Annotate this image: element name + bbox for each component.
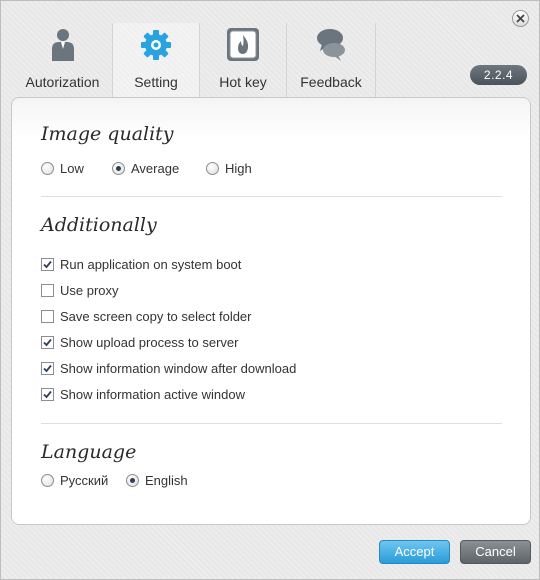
checkmark-icon — [43, 338, 52, 347]
checkbox-show-upload-process[interactable]: Show upload process to server — [41, 335, 238, 350]
user-icon — [51, 29, 74, 61]
radio-label: Русский — [60, 473, 109, 488]
radio-button[interactable] — [112, 162, 125, 175]
radio-low[interactable]: Low — [41, 161, 84, 176]
close-icon — [516, 14, 525, 23]
close-button[interactable] — [512, 10, 529, 27]
tab-label: Feedback — [300, 74, 362, 90]
checkmark-icon — [43, 260, 52, 269]
checkbox-show-info-after-download[interactable]: Show information window after download — [41, 361, 296, 376]
tab-label: Hot key — [219, 74, 267, 90]
checkbox-save-screen-copy[interactable]: Save screen copy to select folder — [41, 309, 252, 324]
checkbox-label: Show information window after download — [60, 361, 297, 376]
tab-hot-key[interactable]: Hot key — [200, 23, 287, 97]
checkbox[interactable] — [41, 284, 54, 297]
radio-average[interactable]: Average — [112, 161, 179, 176]
checkbox-show-info-active-window[interactable]: Show information active window — [41, 387, 245, 402]
tab-bar: Autorization Setting Hot key Feedback — [13, 23, 376, 97]
accept-button[interactable]: Accept — [379, 540, 450, 564]
version-badge: 2.2.4 — [470, 65, 527, 85]
section-divider — [41, 196, 502, 197]
radio-label: High — [225, 161, 252, 176]
additionally-title: Additionally — [41, 214, 157, 236]
settings-window: Autorization Setting Hot key Feedback 2.… — [0, 0, 540, 580]
gear-icon — [141, 30, 171, 60]
tab-autorization[interactable]: Autorization — [13, 23, 113, 97]
radio-button[interactable] — [126, 474, 139, 487]
cancel-button[interactable]: Cancel — [460, 540, 531, 564]
checkbox[interactable] — [41, 310, 54, 323]
checkbox[interactable] — [41, 258, 54, 271]
checkbox-label: Show upload process to server — [60, 335, 239, 350]
radio-high[interactable]: High — [206, 161, 252, 176]
checkbox[interactable] — [41, 362, 54, 375]
checkmark-icon — [43, 390, 52, 399]
checkbox-label: Use proxy — [60, 283, 119, 298]
radio-button[interactable] — [206, 162, 219, 175]
checkbox-label: Save screen copy to select folder — [60, 309, 252, 324]
radio-button[interactable] — [41, 474, 54, 487]
flame-icon — [227, 28, 259, 61]
checkbox[interactable] — [41, 388, 54, 401]
settings-panel: Image quality Low Average High Additiona… — [11, 97, 531, 525]
radio-english[interactable]: English — [126, 473, 188, 488]
chat-bubbles-icon — [317, 29, 345, 61]
checkbox-label: Run application on system boot — [60, 257, 242, 272]
tab-feedback[interactable]: Feedback — [287, 23, 376, 97]
checkbox-label: Show information active window — [60, 387, 245, 402]
checkbox[interactable] — [41, 336, 54, 349]
tab-label: Autorization — [25, 74, 100, 90]
language-title: Language — [41, 441, 137, 463]
tab-setting[interactable]: Setting — [113, 23, 200, 97]
radio-label: Low — [60, 161, 84, 176]
radio-russian[interactable]: Русский — [41, 473, 108, 488]
checkmark-icon — [43, 364, 52, 373]
section-divider — [41, 423, 502, 424]
image-quality-title: Image quality — [41, 123, 174, 145]
radio-label: English — [145, 473, 188, 488]
checkbox-use-proxy[interactable]: Use proxy — [41, 283, 119, 298]
tab-label: Setting — [134, 74, 178, 90]
radio-button[interactable] — [41, 162, 54, 175]
radio-label: Average — [131, 161, 180, 176]
checkbox-run-on-boot[interactable]: Run application on system boot — [41, 257, 241, 272]
